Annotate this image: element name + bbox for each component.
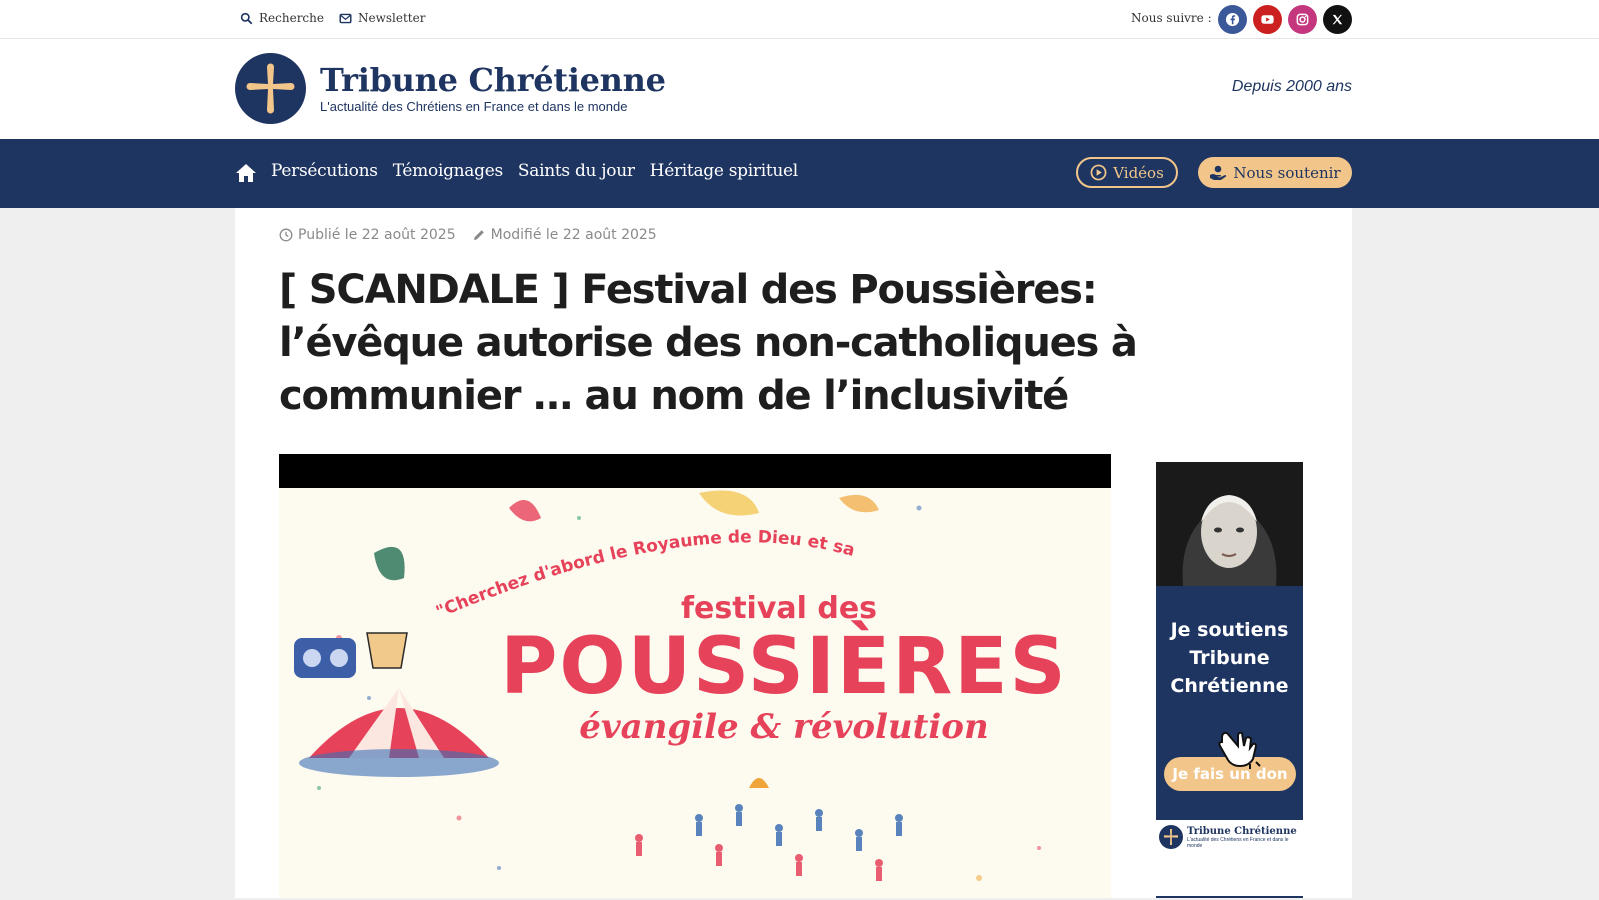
festival-poster: "Cherchez d'abord le Royaume de Dieu et …	[279, 488, 1111, 898]
home-button[interactable]	[235, 163, 257, 183]
instagram-icon	[1296, 13, 1309, 26]
follow-label: Nous suivre :	[1131, 11, 1212, 25]
modified-date: Modifié le 22 août 2025	[472, 227, 657, 243]
published-label: Publié le 22 août 2025	[298, 227, 456, 243]
saint-portrait	[1156, 462, 1303, 586]
envelope-icon	[339, 13, 352, 23]
brand-tagline: L'actualité des Chrétiens en France et d…	[320, 99, 628, 114]
banner-text: Je soutiens Tribune Chrétienne	[1156, 616, 1303, 700]
poster-festival-big: POUSSIÈRES	[500, 620, 1068, 712]
x-icon	[1332, 14, 1343, 25]
pencil-icon	[473, 230, 484, 240]
festival-poster-art: "Cherchez d'abord le Royaume de Dieu et …	[279, 488, 1068, 881]
main-nav: Persécutions Témoignages Saints du jour …	[0, 139, 1599, 208]
banner-footer-tagline: L'actualité des Chrétiens en France et d…	[1187, 836, 1289, 849]
videos-label: Vidéos	[1113, 163, 1164, 182]
since-slogan: Depuis 2000 ans	[1231, 78, 1352, 95]
article-meta: Publié le 22 août 2025 Modifié le 22 aoû…	[279, 227, 657, 243]
banner-text-line: Je soutiens	[1170, 619, 1289, 641]
youtube-icon	[1261, 15, 1274, 24]
logo[interactable]	[235, 53, 306, 124]
search-icon	[240, 12, 253, 24]
newsletter-link[interactable]: Newsletter	[339, 11, 425, 25]
cross-icon	[1164, 829, 1178, 845]
x-button[interactable]	[1323, 5, 1352, 34]
brand-title[interactable]: Tribune Chrétienne	[320, 61, 666, 99]
mini-logo	[1159, 825, 1183, 849]
search-label: Recherche	[259, 11, 324, 25]
site-header: Tribune Chrétienne L'actualité des Chrét…	[0, 39, 1599, 139]
instagram-button[interactable]	[1288, 5, 1317, 34]
poster-festival-small: festival des	[681, 591, 877, 626]
newsletter-label: Newsletter	[358, 11, 426, 25]
article-headline: [ SCANDALE ] Festival des Poussières: l’…	[279, 267, 1138, 419]
facebook-button[interactable]	[1218, 5, 1247, 34]
nav-item-saints-du-jour[interactable]: Saints du jour	[518, 161, 635, 181]
youtube-button[interactable]	[1253, 5, 1282, 34]
donate-hand-icon	[1210, 165, 1227, 180]
cross-icon	[246, 63, 295, 114]
support-button[interactable]: Nous soutenir	[1198, 157, 1352, 188]
banner-text-line: Tribune	[1189, 647, 1270, 669]
hero-image[interactable]: "Cherchez d'abord le Royaume de Dieu et …	[279, 454, 1111, 898]
facebook-icon	[1225, 12, 1240, 27]
search-link[interactable]: Recherche	[240, 11, 324, 25]
published-date: Publié le 22 août 2025	[279, 227, 456, 243]
home-icon	[236, 164, 256, 182]
poster-festival-sub: évangile & révolution	[579, 707, 988, 747]
top-utility-bar: Recherche Newsletter Nous suivre :	[0, 0, 1599, 39]
play-circle-icon	[1090, 164, 1107, 181]
nav-item-temoignages[interactable]: Témoignages	[393, 161, 504, 181]
article-card: Publié le 22 août 2025 Modifié le 22 aoû…	[235, 208, 1352, 898]
banner-text-line: Chrétienne	[1170, 675, 1289, 697]
pointer-hand-icon	[1218, 731, 1261, 769]
donation-banner[interactable]: Je soutiens Tribune Chrétienne Je fais u…	[1156, 462, 1303, 854]
banner-footer-title: Tribune Chrétienne	[1187, 825, 1297, 837]
nav-item-persecutions[interactable]: Persécutions	[271, 161, 378, 181]
next-banner-edge	[1156, 896, 1303, 898]
clock-icon	[279, 228, 293, 242]
videos-button[interactable]: Vidéos	[1076, 157, 1178, 188]
nav-menu: Persécutions Témoignages Saints du jour …	[271, 161, 798, 181]
support-label: Nous soutenir	[1233, 163, 1341, 182]
modified-label: Modifié le 22 août 2025	[490, 227, 657, 243]
banner-footer: Tribune Chrétienne L'actualité des Chrét…	[1156, 820, 1303, 854]
nav-item-heritage-spirituel[interactable]: Héritage spirituel	[650, 161, 799, 181]
